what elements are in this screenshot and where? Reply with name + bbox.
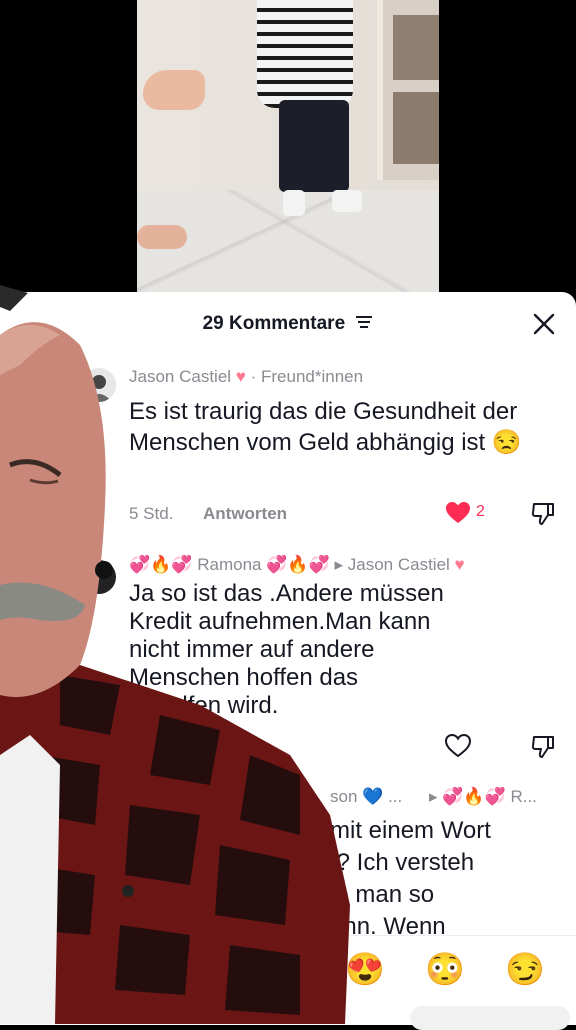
emoji-button[interactable]: 😍	[345, 950, 385, 988]
comment-text: Ja so ist das .Andere müssen Kredit aufn…	[129, 580, 549, 720]
comments-sheet: 29 Kommentare Jason Castiel ♥ · Freund*i…	[0, 292, 576, 1024]
close-icon[interactable]	[532, 312, 556, 336]
comment-item: son 💙 ... ▸ 💞🔥💞 R... mit einem Wort t? I…	[0, 787, 576, 940]
emoji-button[interactable]: 😊	[115, 950, 155, 988]
comment-text-line: ie man so	[330, 881, 435, 908]
avatar[interactable]	[82, 368, 116, 402]
emoji-button[interactable]: 😏	[505, 950, 545, 988]
thumbs-down-icon[interactable]	[530, 734, 556, 760]
comment-author-line: Jason Castiel ♥ · Freund*innen	[129, 367, 363, 387]
comment-text: Es ist traurig das die Gesundheit der Me…	[129, 398, 522, 456]
comment-item: Jason Castiel ♥ · Freund*innen Es ist tr…	[0, 362, 576, 532]
emoji-button[interactable]: 😳	[425, 950, 465, 988]
friend-tag: · Freund*innen	[250, 367, 364, 386]
video-child-shoe	[332, 190, 362, 212]
video-cabinet-door-lower	[393, 92, 439, 164]
heart-icon: ♥	[235, 367, 246, 386]
author-decoration: 💞🔥💞	[129, 555, 193, 574]
comments-title[interactable]: 29 Kommentare	[0, 313, 576, 335]
comments-count-label: 29 Kommentare	[202, 313, 346, 335]
heart-icon: ♥	[454, 555, 465, 574]
comment-text-line: t? Ich versteh	[330, 849, 475, 876]
thumbs-down-icon[interactable]	[530, 501, 556, 527]
comment-text-line: geholfen wird.	[129, 692, 279, 719]
comment-text: mit einem Wort t? Ich versteh ie man so …	[330, 815, 550, 943]
like-button[interactable]: 2	[445, 501, 495, 527]
video-cabinet-door	[393, 15, 439, 80]
heart-icon	[444, 733, 472, 758]
comment-author[interactable]: Ramona	[197, 555, 261, 574]
video-adult-hand	[143, 70, 205, 110]
video-child-shirt	[257, 0, 353, 108]
video-child-pants	[279, 100, 349, 192]
heart-icon: 💙	[362, 787, 384, 806]
emoji-button[interactable]: 😂	[190, 950, 230, 988]
video-child-shoe	[283, 190, 305, 216]
reply-button[interactable]: Antworten	[203, 504, 287, 524]
author-decoration: 💞🔥💞	[266, 555, 330, 574]
comment-text-line: nicht immer auf andere	[129, 636, 375, 663]
comment-input[interactable]	[410, 1006, 570, 1030]
author-ellipsis: ...	[388, 787, 403, 806]
reply-to-author[interactable]: ▸ Jason Castiel	[335, 555, 450, 574]
heart-icon	[446, 502, 470, 523]
comment-text-line: Ja so ist das .Andere müssen	[129, 580, 444, 607]
video-frame	[137, 0, 439, 292]
filter-icon[interactable]	[355, 313, 373, 335]
comment-item: 💞🔥💞 Ramona 💞🔥💞 ▸ Jason Castiel ♥ Ja so i…	[0, 550, 576, 770]
video-adult-hand	[137, 225, 187, 249]
avatar[interactable]	[82, 560, 116, 594]
comment-author[interactable]: son	[330, 787, 357, 806]
like-button[interactable]	[444, 733, 495, 760]
reply-to-author[interactable]: ▸ 💞🔥💞 R...	[429, 787, 537, 806]
comment-author-line: son 💙 ... ▸ 💞🔥💞 R...	[330, 787, 537, 807]
video-cabinet	[377, 0, 439, 180]
comment-text-line: Kredit aufnehmen.Man kann	[129, 608, 431, 635]
comment-author-line: 💞🔥💞 Ramona 💞🔥💞 ▸ Jason Castiel ♥	[129, 555, 465, 575]
comment-author[interactable]: Jason Castiel	[129, 367, 231, 386]
comment-text-line: Menschen hoffen das	[129, 664, 359, 691]
comment-text-line: mit einem Wort	[330, 817, 491, 844]
comments-header: 29 Kommentare	[0, 292, 576, 356]
like-count: 2	[476, 503, 485, 520]
comment-time: 5 Std.	[129, 504, 174, 523]
video-player[interactable]	[0, 0, 576, 292]
